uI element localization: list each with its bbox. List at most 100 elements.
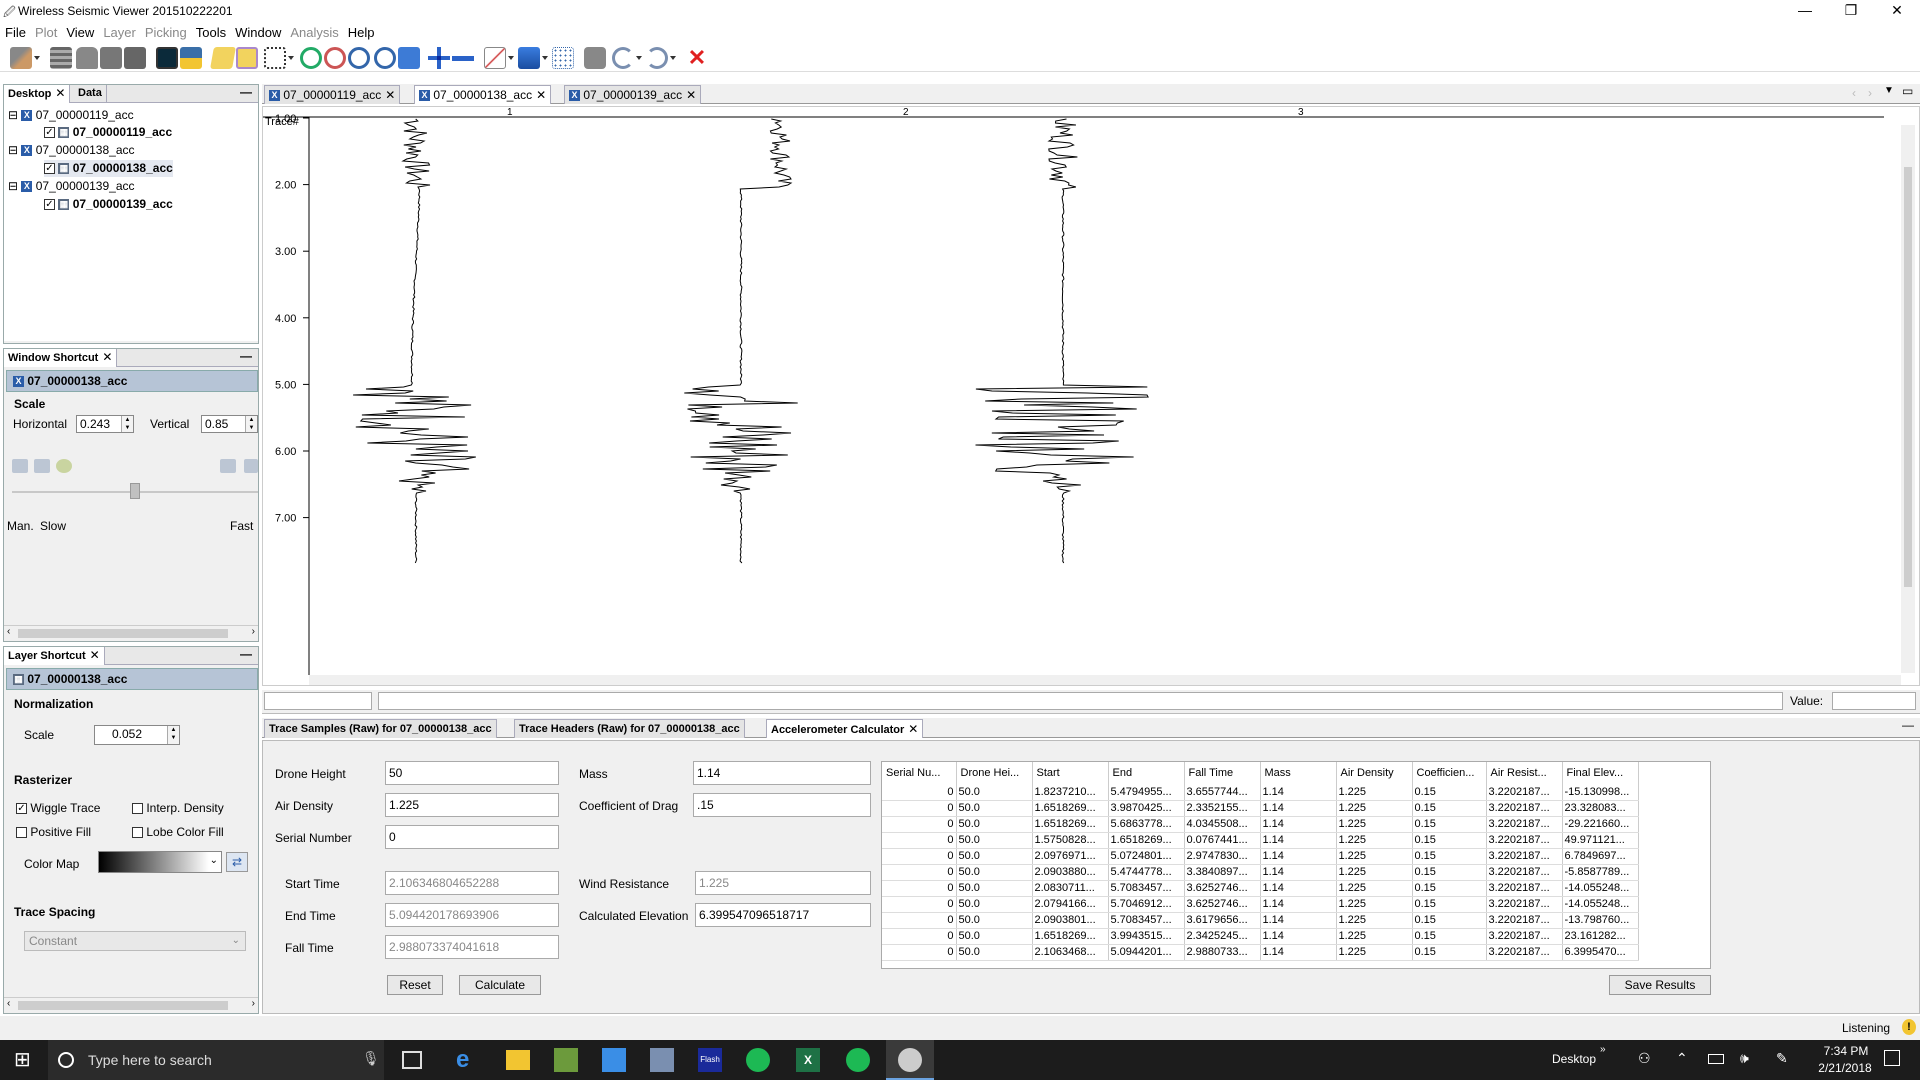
- grid-icon[interactable]: [552, 47, 574, 69]
- table-row[interactable]: 0 50.0 1.6518269... 3.9943515... 2.3425245..…: [882, 928, 1639, 945]
- tab-window-shortcut[interactable]: Window Shortcut ✕: [4, 349, 118, 367]
- norm-scale-spinner[interactable]: 0.052 ▲ ▼: [94, 725, 180, 745]
- calculate-button[interactable]: Calculate: [459, 975, 541, 995]
- menu-picking[interactable]: Picking: [140, 22, 191, 40]
- menu-view[interactable]: View: [61, 22, 98, 40]
- tab-desktop[interactable]: Desktop ✕: [4, 85, 71, 103]
- tab-doc-138[interactable]: X 07_00000138_acc ✕: [414, 85, 552, 104]
- layer-shortcut-scrollbar[interactable]: ‹ ›: [4, 997, 258, 1012]
- results-col-header[interactable]: Mass: [1260, 762, 1337, 784]
- minimize-button[interactable]: —: [1782, 0, 1828, 22]
- network-app-icon[interactable]: [650, 1048, 674, 1072]
- wiggle-trace-checkbox[interactable]: ✓ Wiggle Trace: [16, 801, 100, 815]
- trace-spacing-select[interactable]: Constant ⌄: [24, 931, 246, 951]
- interp-density-checkbox[interactable]: Interp. Density: [132, 801, 224, 815]
- minimize-icon[interactable]: —: [240, 349, 252, 363]
- edge-icon[interactable]: e: [456, 1048, 480, 1072]
- seismic-plot[interactable]: 1.00 2.00 3.00 4.00 5.00 6.00 7.00 Trace# 1 2 …: [262, 106, 1920, 686]
- spotify-icon-2[interactable]: [846, 1048, 870, 1072]
- pick-tool-icon[interactable]: [10, 47, 32, 69]
- menu-file[interactable]: File: [0, 22, 30, 40]
- save-icon[interactable]: [100, 47, 122, 69]
- seismic-viewer-taskbar-item[interactable]: [886, 1040, 934, 1080]
- tree-child-138[interactable]: ✓ ▦ 07_00000138_acc: [44, 160, 173, 177]
- layer-selected-layer[interactable]: ▦ 07_00000138_acc: [6, 668, 258, 690]
- pen-icon[interactable]: ✎: [1776, 1050, 1788, 1067]
- window-shortcut-scrollbar[interactable]: ‹ ›: [4, 625, 258, 640]
- table-row[interactable]: 0 50.0 2.0903880... 5.4744778... 3.3840897..…: [882, 864, 1639, 881]
- terminal-icon[interactable]: [156, 47, 178, 69]
- excel-icon[interactable]: X: [796, 1048, 820, 1072]
- drone-height-input[interactable]: 50: [385, 761, 559, 785]
- plot-hscrollbar[interactable]: [309, 675, 1901, 685]
- lock-icon[interactable]: [76, 47, 98, 69]
- notifications-icon[interactable]: [1884, 1050, 1900, 1066]
- results-col-header[interactable]: Air Resist...: [1486, 762, 1563, 784]
- close-button[interactable]: ✕: [1874, 0, 1920, 22]
- minimize-icon[interactable]: —: [240, 85, 252, 99]
- toolbar-expand-icon[interactable]: »: [1600, 1044, 1606, 1055]
- colormap-icon[interactable]: [518, 47, 540, 69]
- lobe-color-fill-checkbox[interactable]: Lobe Color Fill: [132, 825, 224, 839]
- list-icon[interactable]: [220, 459, 236, 473]
- table-row[interactable]: 0 50.0 1.6518269... 3.9870425... 2.3352155..…: [882, 800, 1639, 817]
- tab-data[interactable]: Data: [74, 85, 107, 103]
- tree-node-138[interactable]: ⊟ X 07_00000138_acc: [8, 142, 135, 159]
- battery-icon[interactable]: [1708, 1054, 1724, 1064]
- menu-tools[interactable]: Tools: [191, 22, 230, 40]
- tab-accelerometer-calculator[interactable]: Accelerometer Calculator ✕: [766, 719, 924, 738]
- clock-time[interactable]: 7:34 PM: [1816, 1044, 1876, 1058]
- notepad-icon[interactable]: [554, 1048, 578, 1072]
- tree-child-139[interactable]: ✓ ▦ 07_00000139_acc: [44, 196, 173, 213]
- results-col-header[interactable]: Drone Hei...: [956, 762, 1033, 784]
- horizontal-spinner[interactable]: 0.243 ▲ ▼: [76, 415, 134, 433]
- swap-colors-icon[interactable]: ⇄: [226, 852, 248, 872]
- tray-up-icon[interactable]: ⌃: [1676, 1050, 1688, 1067]
- table-icon[interactable]: [244, 459, 258, 473]
- table-row[interactable]: 0 50.0 2.0794166... 5.7046912... 3.6252746..…: [882, 896, 1639, 913]
- activity-icon[interactable]: [602, 1048, 626, 1072]
- tab-trace-headers[interactable]: Trace Headers (Raw) for 07_00000138_acc: [514, 719, 745, 738]
- taskbar-search[interactable]: Type here to search 🎙: [48, 1040, 384, 1080]
- close-all-icon[interactable]: ✕: [686, 47, 708, 69]
- redo-icon[interactable]: [646, 47, 668, 69]
- results-col-header[interactable]: End: [1108, 762, 1185, 784]
- close-icon[interactable]: ✕: [90, 648, 100, 662]
- tab-prev-icon[interactable]: ‹: [1852, 86, 1856, 100]
- minimize-icon[interactable]: —: [240, 647, 252, 661]
- plot-vscrollbar[interactable]: [1901, 125, 1915, 673]
- results-col-header[interactable]: Coefficien...: [1412, 762, 1487, 784]
- menu-window[interactable]: Window: [230, 22, 285, 40]
- menu-layer[interactable]: Layer: [98, 22, 140, 40]
- table-row[interactable]: 0 50.0 2.0830711... 5.7083457... 3.6252746..…: [882, 880, 1639, 897]
- minimize-icon[interactable]: —: [1902, 718, 1914, 732]
- layers-icon[interactable]: [50, 47, 72, 69]
- zoom-out-icon[interactable]: [324, 47, 346, 69]
- people-icon[interactable]: ⚇: [1638, 1050, 1651, 1067]
- results-col-header[interactable]: Fall Time: [1184, 762, 1261, 784]
- spotify-icon[interactable]: [746, 1048, 770, 1072]
- file-explorer-icon[interactable]: [506, 1050, 530, 1070]
- vertical-spinner[interactable]: 0.85 ▲ ▼: [201, 415, 258, 433]
- results-col-header[interactable]: Start: [1032, 762, 1109, 784]
- tree-node-139[interactable]: ⊟ X 07_00000139_acc: [8, 178, 135, 195]
- tab-next-icon[interactable]: ›: [1868, 86, 1872, 100]
- close-icon[interactable]: ✕: [55, 86, 65, 100]
- tab-layer-shortcut[interactable]: Layer Shortcut ✕: [4, 647, 105, 665]
- zoom-fit-icon[interactable]: [348, 47, 370, 69]
- tab-doc-139[interactable]: X 07_00000139_acc ✕: [564, 85, 702, 104]
- python-icon[interactable]: [180, 47, 202, 69]
- tab-trace-samples[interactable]: Trace Samples (Raw) for 07_00000138_acc: [264, 719, 497, 738]
- speed-slider-thumb[interactable]: [130, 483, 140, 499]
- coef-drag-input[interactable]: .15: [693, 793, 871, 817]
- tree-child-119[interactable]: ✓ ▦ 07_00000119_acc: [44, 124, 172, 141]
- air-density-input[interactable]: 1.225: [385, 793, 559, 817]
- remove-icon[interactable]: [452, 47, 474, 69]
- menu-plot[interactable]: Plot: [30, 22, 61, 40]
- color-map-select[interactable]: ⌄: [98, 851, 222, 873]
- menu-analysis[interactable]: Analysis: [285, 22, 342, 40]
- close-icon[interactable]: ✕: [102, 350, 112, 364]
- windows-start-icon[interactable]: ⊞: [14, 1048, 38, 1072]
- tree-node-119[interactable]: ⊟ X 07_00000119_acc: [8, 107, 134, 124]
- save-results-button[interactable]: Save Results: [1609, 975, 1711, 995]
